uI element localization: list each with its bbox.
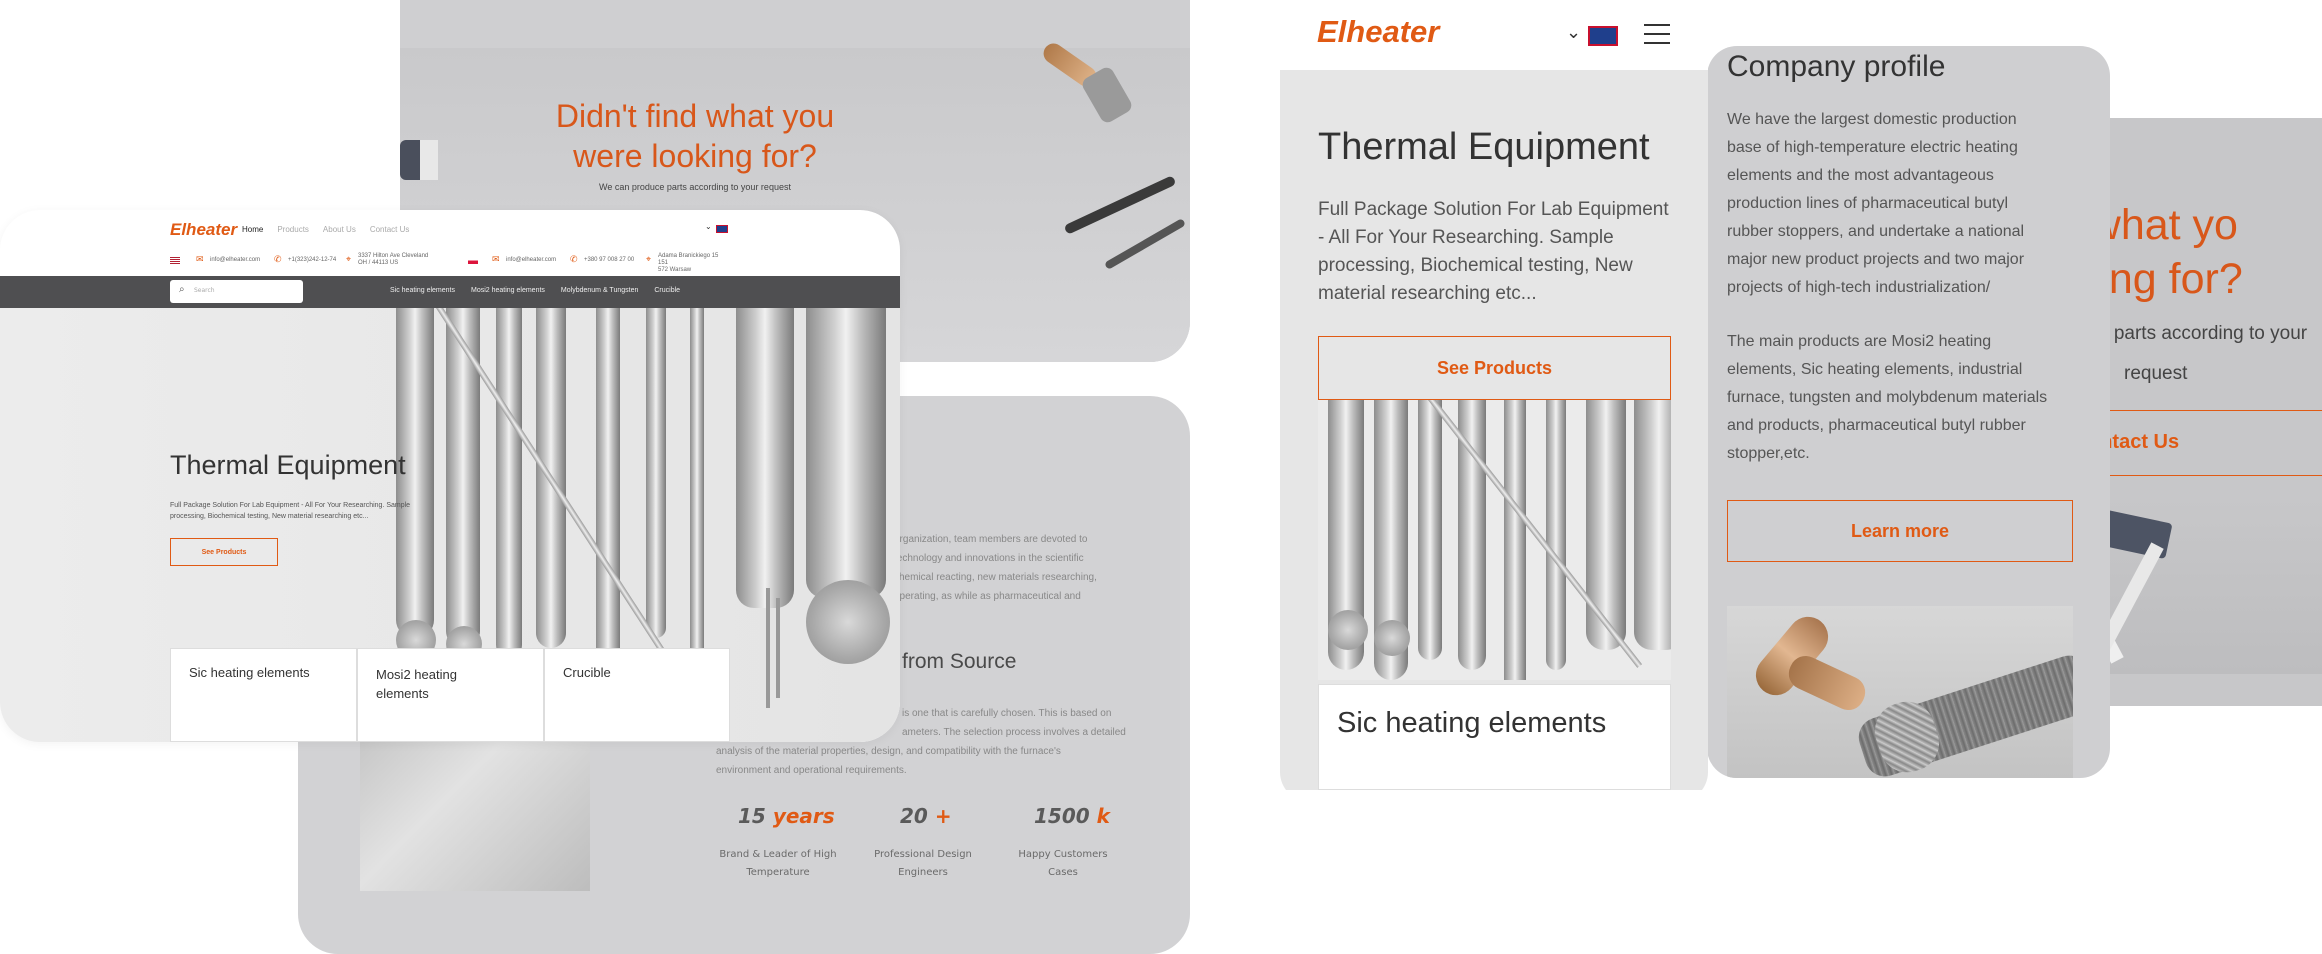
profile-paragraph-2: The main products are Mosi2 heating eleme… [1727,333,2048,462]
nav-home[interactable]: Home [242,225,263,234]
chevron-down-icon[interactable]: ⌄ [705,222,712,231]
mail-icon: ✉ [492,254,500,264]
section-title: from Source [902,650,1017,673]
heating-element-image [1727,606,2073,778]
phone-icon: ✆ [570,254,578,264]
mobile-tile-sic[interactable]: Sic heating elements [1318,684,1671,790]
category-sic[interactable]: Sic heating elements [390,287,455,294]
chevron-down-icon[interactable]: ⌄ [1566,22,1581,43]
learn-more-button[interactable]: Learn more [1727,500,2073,562]
search-icon: ⌕ [179,284,185,295]
mobile-screenshot: Elheater ⌄ Thermal Equipment Full Packag… [1280,0,1708,802]
mobile-hero: Thermal Equipment Full Package Solution … [1280,70,1708,790]
uk-flag-icon[interactable] [716,225,728,233]
contact-address-2: Adama Branickiego 15 151 572 Warsaw [658,253,719,273]
tile-crucible[interactable]: Crucible [544,648,730,742]
contact-email[interactable]: info@elheater.com [210,257,260,263]
not-found-subtext: We can produce parts according to your r… [599,182,791,192]
mobile-hero-description: Full Package Solution For Lab Equipment -… [1318,199,1669,304]
us-flag-icon [170,257,180,264]
uk-flag-icon[interactable] [1588,26,1618,46]
profile-title: Company profile [1727,50,1946,83]
location-icon: ⌖ [646,254,652,264]
stat-years: 15 years [738,804,835,828]
mail-icon: ✉ [196,254,204,264]
contact-strip: ✉ info@elheater.com ✆ +1(323)242-12-74 ⌖… [170,253,730,273]
profile-paragraph-1: We have the largest domestic production b… [1727,111,2025,296]
product-image [360,726,590,891]
not-found-subtext-mobile: e parts according to your request [2098,323,2308,384]
card-company-profile: Company profile We have the largest dome… [1707,46,2110,778]
nav-contact[interactable]: Contact Us [370,225,410,234]
stat-years-label: Brand & Leader of High Temperature [719,849,837,878]
nav-about[interactable]: About Us [323,225,356,234]
search-box[interactable]: ⌕ Search [170,280,303,303]
stat-customers-label: Happy Customers Cases [1018,849,1108,878]
contact-address: 3337 Hilton Ave Cleveland OH / 44113 US [358,253,429,266]
contact-phone[interactable]: +1(323)242-12-74 [288,257,336,263]
category-nav: Sic heating elements Mosi2 heating eleme… [390,287,680,294]
desktop-screenshot: Elheater Home Products About Us Contact … [0,210,900,742]
mobile-rods-image [1318,400,1671,680]
contact-phone-2[interactable]: +380 97 008 27 00 [584,257,634,263]
category-crucible[interactable]: Crucible [654,287,680,294]
category-bar: ⌕ Search Sic heating elements Mosi2 heat… [0,276,900,308]
contact-email-2[interactable]: info@elheater.com [506,257,556,263]
not-found-heading: Didn't find what you were looking for? [555,98,835,174]
see-products-button[interactable]: See Products [170,538,278,566]
menu-icon[interactable] [1644,24,1670,44]
stat-customers: 1500 k [1034,804,1110,828]
hero-description: Full Package Solution For Lab Equipment … [170,502,411,520]
main-nav: Home Products About Us Contact Us [242,225,409,234]
hero: Thermal Equipment Full Package Solution … [0,308,900,742]
category-mosi2[interactable]: Mosi2 heating elements [471,287,545,294]
mobile-logo[interactable]: Elheater [1317,14,1439,50]
hero-title: Thermal Equipment [170,450,406,480]
search-input[interactable]: Search [194,287,215,294]
mobile-see-products-button[interactable]: See Products [1318,336,1671,400]
location-icon: ⌖ [346,254,352,264]
mobile-hero-title: Thermal Equipment [1318,126,1650,168]
tile-sic[interactable]: Sic heating elements [170,648,357,742]
phone-icon: ✆ [274,254,282,264]
pl-flag-icon [468,257,478,264]
nav-products[interactable]: Products [277,225,309,234]
tile-mosi2[interactable]: Mosi2 heating elements [357,648,544,742]
category-molybdenum[interactable]: Molybdenum & Tungsten [561,287,638,294]
stat-engineers: 20 + [900,804,952,828]
about-paragraph: organization, team members are devoted t… [894,534,1097,602]
stat-engineers-label: Professional Design Engineers [874,849,972,878]
logo[interactable]: Elheater [170,220,237,240]
